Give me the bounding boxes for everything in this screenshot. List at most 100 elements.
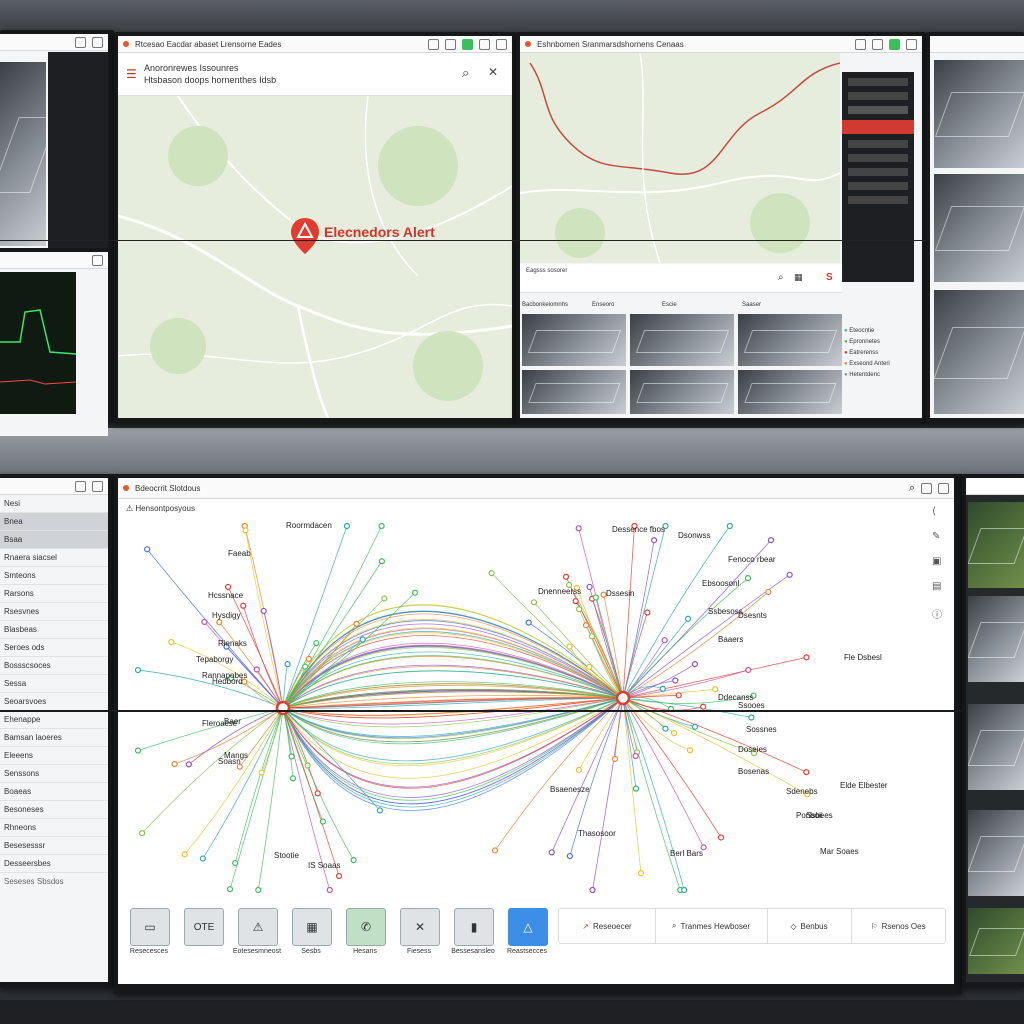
graph-node[interactable] (575, 606, 583, 613)
graph-node[interactable] (376, 807, 383, 814)
graph-node[interactable] (171, 760, 178, 768)
graph-node[interactable] (181, 851, 188, 858)
graph-node[interactable] (765, 588, 772, 596)
search-icon[interactable]: ⌕ (778, 272, 784, 283)
info-icon[interactable]: ⓘ (932, 606, 950, 621)
graph-node[interactable] (662, 725, 669, 732)
graph-node[interactable] (411, 589, 419, 596)
graph-node[interactable] (144, 546, 151, 553)
camera-tab[interactable]: Escie (662, 302, 677, 308)
ote-icon[interactable]: OTE (184, 908, 224, 946)
alert-row[interactable] (848, 92, 908, 100)
alert-row[interactable] (848, 182, 908, 190)
pin-icon[interactable] (445, 38, 456, 50)
graph-node[interactable] (717, 834, 725, 841)
camera-thumb[interactable] (630, 370, 734, 414)
window-icon[interactable] (92, 36, 103, 48)
status-icon[interactable] (462, 38, 473, 50)
graph-node[interactable] (134, 666, 142, 674)
window-icon[interactable] (479, 38, 490, 50)
camera-tab[interactable]: Saaser (742, 302, 761, 308)
collapse-icon[interactable]: ⟨ (932, 506, 950, 517)
graph-node[interactable] (745, 666, 752, 674)
graph-node[interactable] (139, 830, 146, 837)
graph-node[interactable] (242, 527, 249, 534)
alert-marker[interactable] (290, 216, 320, 261)
camera-thumb[interactable] (738, 314, 842, 366)
graph-node[interactable] (592, 594, 599, 601)
graph-node[interactable] (488, 570, 495, 577)
alert-row-active[interactable] (842, 120, 914, 134)
graph-node[interactable] (305, 655, 313, 662)
graph-node[interactable] (712, 686, 719, 693)
graph-node[interactable] (226, 886, 234, 893)
graph-node[interactable] (586, 663, 593, 670)
sidebar-item[interactable]: Bamsan laoeres (0, 729, 108, 747)
action-button[interactable]: ⌕ Tranmes Hewboser (655, 909, 768, 943)
warning-icon[interactable]: ⚠ (238, 908, 278, 946)
graph-node[interactable] (575, 525, 582, 532)
graph-node[interactable] (378, 522, 385, 530)
graph-node[interactable] (566, 643, 573, 650)
graph-node[interactable] (672, 677, 679, 684)
window-icon[interactable] (906, 38, 917, 50)
sidebar-item[interactable]: Seroes ods (0, 639, 108, 657)
graph-node[interactable] (185, 761, 192, 768)
graph-node[interactable] (637, 870, 645, 877)
grid-icon[interactable]: ▦ (794, 272, 803, 283)
window-icon[interactable] (75, 480, 86, 492)
graph-node[interactable] (232, 859, 239, 867)
graph-hub-node[interactable] (615, 690, 631, 706)
graph-node[interactable] (326, 886, 333, 894)
ops-map[interactable] (520, 52, 841, 264)
camera-thumb[interactable] (522, 370, 626, 414)
graph-node[interactable] (304, 762, 311, 769)
graph-node[interactable] (359, 636, 366, 643)
graph-hub-node[interactable] (275, 700, 291, 716)
alert-row[interactable] (848, 196, 908, 204)
graph-node[interactable] (240, 602, 247, 609)
camera-thumb[interactable] (968, 502, 1024, 588)
alert-row[interactable] (848, 140, 908, 148)
graph-node[interactable] (632, 752, 639, 760)
graph-node[interactable] (258, 769, 265, 776)
sidebar-item[interactable]: Sessa (0, 675, 108, 693)
graph-node[interactable] (803, 654, 810, 661)
camera-thumb[interactable] (934, 60, 1024, 168)
graph-node[interactable] (572, 598, 579, 605)
status-icon[interactable] (889, 38, 900, 50)
cross-icon[interactable]: ✕ (400, 908, 440, 946)
graph-node[interactable] (216, 619, 223, 626)
camera-thumb[interactable] (630, 314, 734, 366)
graph-node[interactable] (684, 615, 692, 622)
graph-node[interactable] (681, 886, 688, 894)
sidebar-item[interactable]: Besoneses (0, 801, 108, 819)
search-icon[interactable]: ⌕ (909, 482, 915, 495)
graph-node[interactable] (675, 692, 682, 699)
graph-node[interactable] (350, 856, 357, 864)
graph-node[interactable] (288, 753, 295, 760)
phone-icon[interactable]: ✆ (346, 908, 386, 946)
graph-node[interactable] (314, 790, 321, 797)
graph-node[interactable] (748, 714, 755, 721)
graph-node[interactable] (566, 852, 573, 860)
graph-node[interactable] (691, 660, 698, 668)
share-icon[interactable] (938, 482, 949, 494)
camera-thumb[interactable] (968, 810, 1024, 896)
graph-node[interactable] (253, 666, 261, 673)
action-button[interactable]: ⚐ Rsenos Oes (851, 909, 945, 943)
camera-thumb[interactable] (738, 370, 842, 414)
graph-node[interactable] (686, 747, 694, 754)
settings-icon[interactable] (855, 38, 866, 50)
graph-node[interactable] (589, 886, 596, 894)
lock-icon[interactable]: ▮ (454, 908, 494, 946)
graph-node[interactable] (671, 729, 678, 737)
action-button[interactable]: ◇ Benbus (767, 909, 852, 943)
graph-node[interactable] (744, 575, 752, 582)
graph-node[interactable] (659, 685, 666, 692)
graph-node[interactable] (343, 522, 351, 530)
settings-icon[interactable] (428, 38, 439, 50)
graph-node[interactable] (548, 849, 555, 856)
graph-node[interactable] (632, 785, 640, 792)
alert-row[interactable] (848, 154, 908, 162)
